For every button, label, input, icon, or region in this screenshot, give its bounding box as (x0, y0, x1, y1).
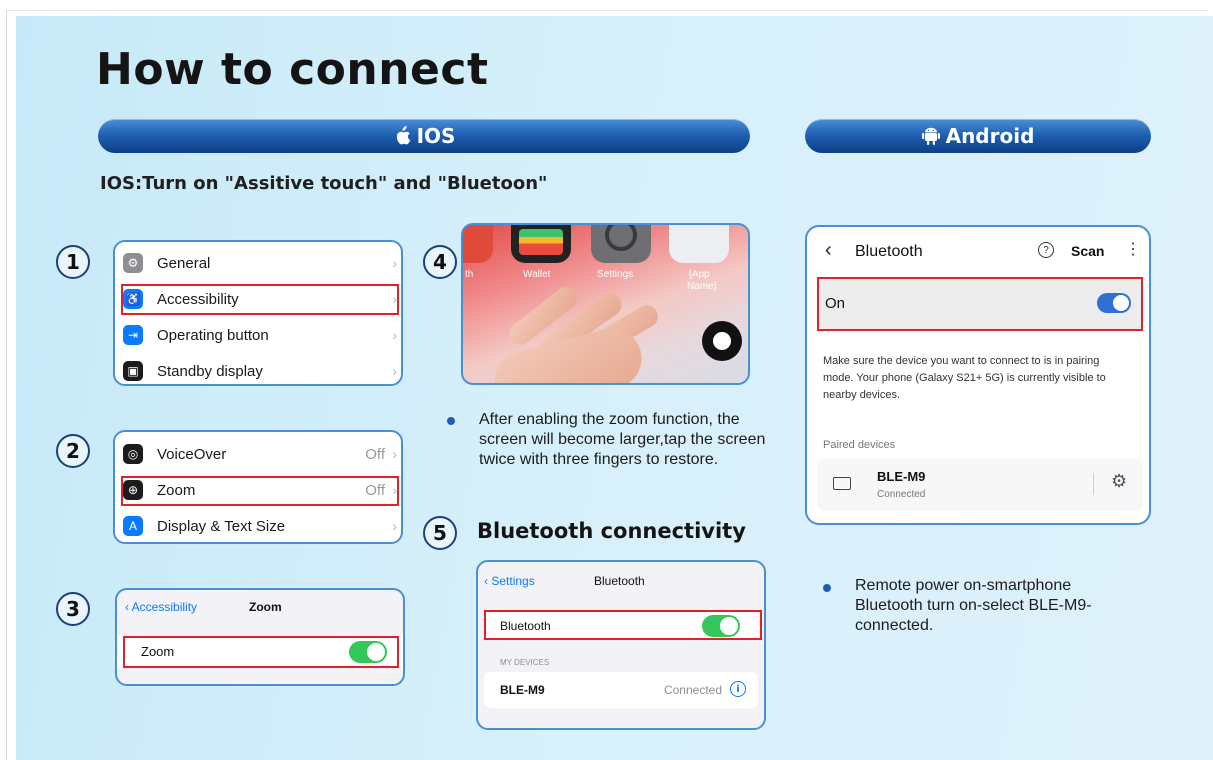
chevron-right-icon: › (392, 363, 397, 379)
settings-row-operating-button[interactable]: ⇥ Operating button › (115, 317, 401, 353)
highlight-box (121, 284, 399, 315)
scan-button[interactable]: Scan (1071, 243, 1104, 259)
settings-row-general[interactable]: ⚙ General › (115, 245, 401, 281)
android-instruction: Remote power on-smartphone Bluetooth tur… (855, 577, 1092, 634)
gear-icon: ⚙ (123, 253, 143, 273)
gear-icon[interactable]: ⚙ (1111, 471, 1127, 492)
row-label: Standby display (157, 362, 263, 380)
row-label: General (157, 254, 211, 272)
voiceover-icon: ◎ (123, 444, 143, 464)
keyboard-icon (833, 477, 851, 490)
ios-accessibility-list: ◎ VoiceOver Off › ⊕ Zoom Off › A Display… (113, 430, 403, 544)
back-button[interactable]: ‹ Settings (484, 574, 535, 588)
standby-display-icon: ▣ (123, 361, 143, 381)
highlight-box (484, 610, 762, 640)
settings-row-standby-display[interactable]: ▣ Standby display › (115, 353, 401, 384)
step-number-3: 3 (56, 592, 90, 626)
step-number-5: 5 (423, 516, 457, 550)
text-size-icon: A (123, 516, 143, 536)
assistive-touch-button[interactable] (702, 321, 742, 361)
step-number-1: 1 (56, 245, 90, 279)
row-label: Display & Text Size (157, 517, 286, 535)
step-number-2: 2 (56, 434, 90, 468)
bullet-dot (447, 417, 455, 425)
placeholder-app-icon (669, 225, 729, 263)
android-bluetooth-settings: ‹ Bluetooth ? Scan ⋮ On Make sure the de… (805, 225, 1151, 525)
settings-row-voiceover[interactable]: ◎ VoiceOver Off › (115, 436, 401, 472)
back-button[interactable]: ‹ Accessibility (125, 600, 197, 614)
ios-zoom-settings: ‹ Accessibility Zoom Zoom (115, 588, 405, 686)
device-status: Connected (877, 489, 926, 500)
app-label: Settings (597, 269, 634, 280)
operating-button-icon: ⇥ (123, 325, 143, 345)
nav-title: Zoom (249, 600, 282, 614)
pairing-info-text: Make sure the device you want to connect… (823, 355, 1106, 401)
device-name: BLE-M9 (500, 683, 545, 697)
zoom-gesture-photo: th Wallet Settings [App Name] (461, 223, 750, 385)
chevron-right-icon: › (392, 518, 397, 534)
zoom-restore-instruction: After enabling the zoom function, the sc… (479, 411, 766, 468)
device-status: Connected (663, 683, 722, 697)
row-label: VoiceOver (157, 445, 227, 463)
page-title: How to connect (96, 44, 489, 95)
app-icon (463, 225, 493, 263)
row-label: Operating button (157, 326, 269, 344)
help-icon[interactable]: ? (1038, 242, 1054, 258)
nav-title: Bluetooth (594, 574, 645, 588)
android-header-label: Android (945, 124, 1035, 148)
ios-section-header: IOS (98, 119, 750, 153)
nav-title: Bluetooth (855, 243, 923, 260)
highlight-box (817, 277, 1143, 331)
device-row[interactable]: BLE-M9 Connected ⚙ (817, 459, 1143, 511)
highlight-box (123, 636, 399, 668)
back-arrow-icon[interactable]: ‹ (825, 239, 832, 262)
device-name: BLE-M9 (877, 469, 926, 484)
chevron-right-icon: › (392, 446, 397, 462)
row-value: Off (365, 445, 385, 463)
info-icon[interactable]: i (730, 681, 746, 697)
step-number-4: 4 (423, 245, 457, 279)
ios-header-label: IOS (416, 124, 456, 148)
section-header: MY DEVICES (500, 658, 550, 667)
device-row[interactable]: BLE-M9 Connected i (484, 672, 758, 708)
ios-instruction: IOS:Turn on "Assitive touch" and "Blueto… (100, 173, 548, 194)
chevron-left-icon: ‹ (125, 600, 132, 614)
settings-app-icon (591, 225, 651, 263)
app-label: Name] (687, 281, 717, 292)
chevron-right-icon: › (392, 255, 397, 271)
chevron-right-icon: › (392, 327, 397, 343)
wallet-icon (511, 225, 571, 263)
bluetooth-heading: Bluetooth connectivity (477, 519, 746, 543)
apple-icon (396, 126, 410, 145)
app-label: Wallet (523, 269, 551, 280)
paired-devices-label: Paired devices (823, 439, 896, 451)
divider (1093, 473, 1094, 495)
app-label: [App (689, 269, 710, 280)
more-options-icon[interactable]: ⋮ (1125, 239, 1141, 259)
app-label: th (465, 269, 474, 280)
highlight-box (121, 476, 399, 506)
android-icon (921, 127, 940, 145)
settings-row-display-text-size[interactable]: A Display & Text Size › (115, 508, 401, 542)
android-section-header: Android (805, 119, 1151, 153)
ios-settings-list: ⚙ General › ♿ Accessibility › ⇥ Operatin… (113, 240, 403, 386)
ios-bluetooth-settings: ‹ Settings Bluetooth Bluetooth MY DEVICE… (476, 560, 766, 730)
bullet-dot (823, 584, 831, 592)
